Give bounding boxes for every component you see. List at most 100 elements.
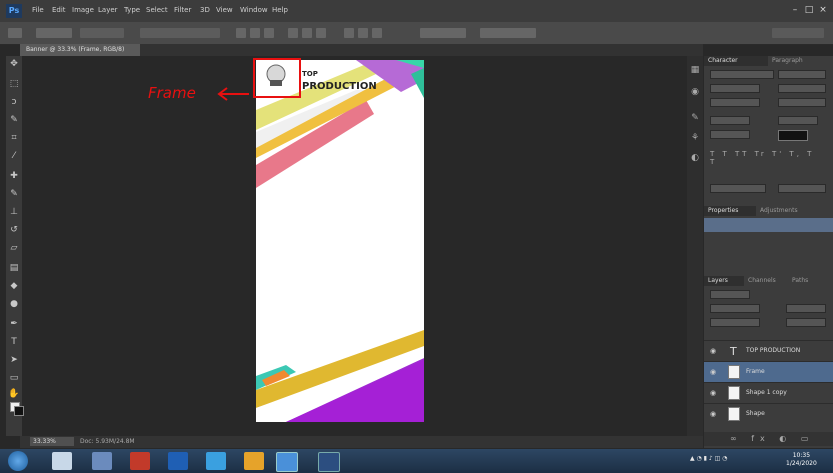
distribute-icon[interactable] — [372, 28, 382, 38]
move-tool-icon[interactable]: ✥ — [8, 58, 20, 70]
lasso-tool-icon[interactable]: ↄ — [8, 96, 20, 108]
menu-filter[interactable]: Filter — [174, 6, 191, 14]
fill-field[interactable] — [786, 318, 826, 327]
photoshop-taskbar-icon[interactable] — [276, 452, 298, 472]
blend-mode-dropdown[interactable] — [710, 304, 760, 313]
app-icon[interactable] — [92, 452, 112, 470]
system-tray-icons[interactable]: ▲ ◔ ▮ ♪ ◫ ◔ — [690, 455, 727, 462]
zoom-level-field[interactable]: 33.33% — [30, 437, 74, 446]
layer-row[interactable]: ◉ Shape — [704, 403, 833, 424]
history-brush-tool-icon[interactable]: ↺ — [8, 224, 20, 236]
horizontal-scale-field[interactable] — [778, 116, 818, 125]
path-select-tool-icon[interactable]: ➤ — [8, 354, 20, 366]
opacity-field[interactable] — [786, 304, 826, 313]
quick-select-tool-icon[interactable]: ✎ — [8, 114, 20, 126]
maximize-icon[interactable]: □ — [804, 5, 814, 15]
email-app-icon[interactable] — [168, 452, 188, 470]
tab-paragraph[interactable]: Paragraph — [768, 56, 833, 66]
align-bottom-icon[interactable] — [264, 28, 274, 38]
anti-alias-dropdown[interactable] — [778, 184, 826, 193]
eyedropper-tool-icon[interactable]: ⁄ — [8, 150, 20, 162]
layer-select-dropdown[interactable] — [80, 28, 124, 38]
shape-tool-icon[interactable]: ▭ — [8, 372, 20, 384]
tab-layers[interactable]: Layers — [704, 276, 744, 286]
menu-view[interactable]: View — [216, 6, 233, 14]
clone-stamp-tool-icon[interactable]: ⊥ — [8, 206, 20, 218]
healing-brush-tool-icon[interactable]: ✚ — [8, 170, 20, 182]
align-middle-icon[interactable] — [250, 28, 260, 38]
lock-options[interactable] — [710, 318, 760, 327]
text-style-buttons[interactable]: T T TT Tr T' T, T T — [710, 150, 826, 166]
auto-select-checkbox[interactable] — [36, 28, 72, 38]
close-icon[interactable]: × — [818, 5, 828, 15]
marquee-tool-icon[interactable]: ⬚ — [8, 78, 20, 90]
tool-preset-picker[interactable] — [8, 28, 22, 38]
leading-field[interactable] — [778, 84, 826, 93]
layers-footer-buttons[interactable]: ∞ fx ◐ ▭ ▣ ✕ — [704, 432, 833, 457]
type-tool-icon[interactable]: T — [8, 336, 20, 348]
align-top-icon[interactable] — [236, 28, 246, 38]
history-panel-icon[interactable]: ▦ — [689, 64, 701, 76]
hand-tool-icon[interactable]: ✋ — [8, 388, 20, 400]
show-transform-controls[interactable] — [140, 28, 220, 38]
distribute-icon[interactable] — [344, 28, 354, 38]
document-tab[interactable]: Banner @ 33.3% (Frame, RGB/8) — [20, 44, 140, 56]
align-left-icon[interactable] — [288, 28, 298, 38]
brush-panel-icon[interactable]: ✎ — [689, 112, 701, 124]
taskbar-clock[interactable]: 10:35 1/24/2020 — [786, 452, 817, 468]
tab-character[interactable]: Character — [704, 56, 768, 66]
menu-edit[interactable]: Edit — [52, 6, 66, 14]
menu-image[interactable]: Image — [72, 6, 94, 14]
paint-app-icon[interactable] — [244, 452, 264, 470]
layer-row[interactable]: ◉ T TOP PRODUCTION — [704, 340, 833, 361]
tab-channels[interactable]: Channels — [744, 276, 788, 286]
tab-adjustments[interactable]: Adjustments — [756, 206, 820, 216]
eraser-tool-icon[interactable]: ▱ — [8, 242, 20, 254]
media-player-icon[interactable] — [130, 452, 150, 470]
align-right-icon[interactable] — [316, 28, 326, 38]
properties-panel-icon[interactable]: ◉ — [689, 86, 701, 98]
3d-mode-controls[interactable] — [480, 28, 536, 38]
blur-tool-icon[interactable]: ◆ — [8, 280, 20, 292]
align-center-icon[interactable] — [302, 28, 312, 38]
browser-icon[interactable] — [206, 452, 226, 470]
adjustments-icon[interactable]: ◐ — [689, 152, 701, 164]
menu-help[interactable]: Help — [272, 6, 288, 14]
background-color-swatch[interactable] — [14, 406, 24, 416]
font-style-field[interactable] — [778, 70, 826, 79]
visibility-eye-icon[interactable]: ◉ — [710, 389, 716, 397]
menu-window[interactable]: Window — [240, 6, 268, 14]
tab-properties[interactable]: Properties — [704, 206, 756, 216]
kerning-field[interactable] — [710, 98, 760, 107]
tracking-field[interactable] — [778, 98, 826, 107]
layer-row[interactable]: ◉ Shape 1 copy — [704, 382, 833, 403]
visibility-eye-icon[interactable]: ◉ — [710, 347, 716, 355]
dodge-tool-icon[interactable]: ● — [8, 298, 20, 310]
crop-tool-icon[interactable]: ⌗ — [8, 132, 20, 144]
layer-row-selected[interactable]: ◉ Frame — [704, 361, 833, 382]
3d-mode-controls[interactable] — [420, 28, 466, 38]
canvas-document[interactable]: TOP PRODUCTION — [256, 60, 424, 422]
font-family-field[interactable] — [710, 70, 774, 79]
clone-source-icon[interactable]: ⚘ — [689, 132, 701, 144]
visibility-eye-icon[interactable]: ◉ — [710, 368, 716, 376]
baseline-shift-field[interactable] — [710, 130, 750, 139]
menu-layer[interactable]: Layer — [98, 6, 118, 14]
font-size-field[interactable] — [710, 84, 760, 93]
tab-paths[interactable]: Paths — [788, 276, 833, 286]
menu-3d[interactable]: 3D — [200, 6, 210, 14]
text-color-swatch[interactable] — [778, 130, 808, 141]
distribute-icon[interactable] — [358, 28, 368, 38]
brush-tool-icon[interactable]: ✎ — [8, 188, 20, 200]
visibility-eye-icon[interactable]: ◉ — [710, 410, 716, 418]
menu-select[interactable]: Select — [146, 6, 168, 14]
start-button-icon[interactable] — [8, 451, 28, 471]
language-dropdown[interactable] — [710, 184, 766, 193]
app-icon[interactable] — [318, 452, 340, 472]
menu-type[interactable]: Type — [124, 6, 140, 14]
file-explorer-icon[interactable] — [52, 452, 72, 470]
menu-file[interactable]: File — [32, 6, 44, 14]
layer-filter-dropdown[interactable] — [710, 290, 750, 299]
vertical-scale-field[interactable] — [710, 116, 750, 125]
properties-selected-item[interactable] — [704, 218, 833, 232]
